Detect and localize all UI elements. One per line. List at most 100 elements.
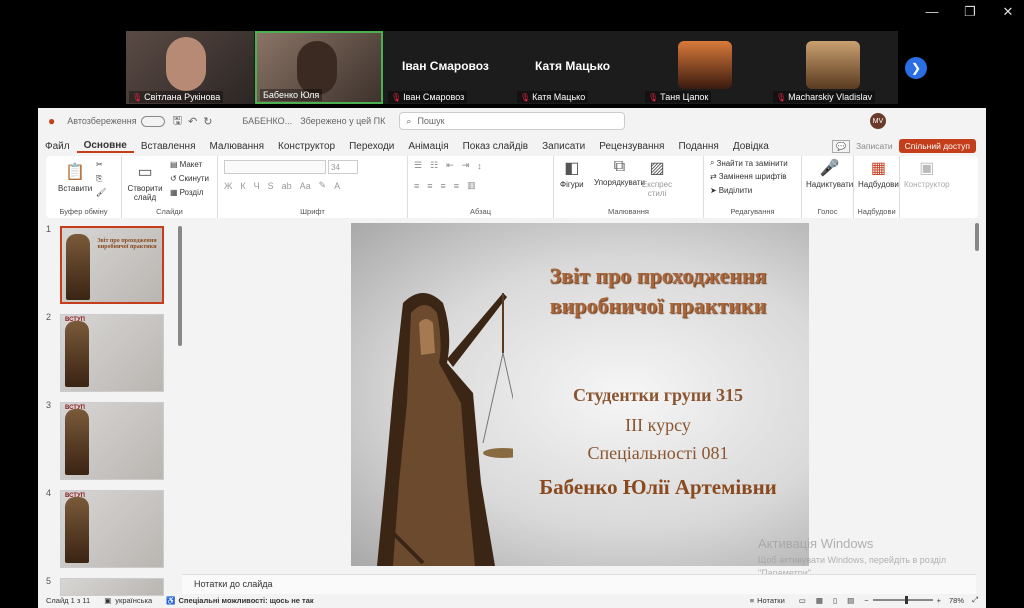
language-indicator[interactable]: українська [115,596,152,605]
tab-file[interactable]: Файл [38,141,77,152]
indent-icon[interactable]: ⇤ [446,160,454,171]
zoom-slider[interactable] [872,596,933,604]
underline-icon[interactable]: Ч [254,181,260,191]
slide-title-line: виробничої практики [549,293,767,318]
slideshow-view-icon[interactable]: ▤ [847,596,854,605]
bold-icon[interactable]: Ж [224,181,232,191]
dictate-button[interactable]: 🎤 Надиктувати [806,158,853,189]
avatar[interactable]: MV [870,113,886,129]
fit-slide-icon[interactable]: ⤢ [972,595,978,605]
justify-icon[interactable]: ≡ [454,181,459,191]
share-button[interactable]: Спільний доступ [898,139,976,153]
file-name: БАБЕНКО... [242,116,293,126]
section-button[interactable]: ▦ Розділ [170,188,204,197]
font-size-input[interactable]: 34 [328,160,358,174]
format-painter-icon[interactable]: 🖌 [96,188,106,197]
tab-transitions[interactable]: Переходи [342,141,401,152]
search-box[interactable]: ⌕ Пошук [399,112,626,130]
close-icon[interactable]: ✕ [1000,4,1016,20]
sorter-view-icon[interactable]: ▦ [816,596,823,605]
slide-thumbnail[interactable]: ВСТУП [60,490,164,568]
main-slide[interactable]: Звіт про проходження виробничої практики… [351,223,809,566]
highlight-icon[interactable]: ✎ [319,180,327,191]
tab-insert[interactable]: Вставлення [134,141,203,152]
notes-toggle[interactable]: Нотатки [757,596,785,605]
replace-fonts-button[interactable]: ⇄ Заміненя шрифтів [710,172,787,181]
tab-home[interactable]: Основне [76,140,134,153]
char-spacing-icon[interactable]: ab [282,181,292,191]
copy-icon[interactable]: ⎘ [96,174,102,184]
reading-view-icon[interactable]: ▯ [833,596,837,605]
align-center-icon[interactable]: ≡ [427,181,432,191]
participant-tile[interactable]: Іван Смаровоз 🎙 Іван Смаровоз [385,31,513,104]
autosave-label: Автозбереження [67,116,137,126]
redo-icon[interactable]: ↻ [203,115,212,128]
shapes-button[interactable]: ◧ Фігури [560,158,584,189]
cut-icon[interactable]: ✂ [96,160,103,169]
restore-icon[interactable]: ❐ [962,4,978,20]
tab-design[interactable]: Конструктор [271,141,342,152]
normal-view-icon[interactable]: ▭ [799,596,806,605]
line-spacing-icon[interactable]: ↕ [477,161,482,171]
align-right-icon[interactable]: ≡ [441,181,446,191]
video-feed [166,37,206,91]
quick-styles-button[interactable]: ▨ Експрес стилі [642,158,672,198]
select-button[interactable]: ➤ Виділити [710,186,752,195]
change-case-icon[interactable]: Aa [300,181,311,191]
slide-thumbnail[interactable]: ВСТУП [60,402,164,480]
tab-slideshow[interactable]: Показ слайдів [456,141,536,152]
zoom-level[interactable]: 78% [949,596,964,605]
align-left-icon[interactable]: ≡ [414,181,419,191]
tab-record[interactable]: Записати [535,141,592,152]
new-slide-button[interactable]: ▭ Створити слайд [126,162,164,202]
participant-tile[interactable]: 🎙 Таня Цапок [642,31,770,104]
accessibility-status[interactable]: Спеціальні можливості: щось не так [179,596,314,605]
tab-help[interactable]: Довідка [726,141,776,152]
italic-icon[interactable]: К [240,181,245,191]
tab-draw[interactable]: Малювання [202,141,271,152]
save-status[interactable]: Збережено у цей ПК [300,116,385,126]
paste-button[interactable]: 📋 Вставити [58,162,92,193]
participant-tile[interactable]: 🎙 Macharskiy Vladislav [770,31,898,104]
record-button[interactable]: Записати [856,141,893,151]
save-icon[interactable]: 🖫 [173,112,182,131]
numbering-icon[interactable]: ☷ [430,160,438,171]
participant-tile[interactable]: 🎙 Світлана Рукінова [126,31,254,104]
font-color-icon[interactable]: A [334,181,340,191]
tab-view[interactable]: Подання [671,141,725,152]
new-slide-label: Створити слайд [127,184,163,202]
thumb-number: 2 [46,312,52,322]
scrollbar-thumb[interactable] [975,223,979,251]
minimize-icon[interactable]: — [924,4,940,20]
strikethrough-icon[interactable]: S [268,181,274,191]
autosave-toggle[interactable] [140,115,165,127]
zoom-in-icon[interactable]: + [937,596,941,605]
tab-animation[interactable]: Анімація [401,141,455,152]
undo-icon[interactable]: ↶ [188,115,197,128]
designer-button[interactable]: ▣ Конструктор [904,158,950,189]
thumbs-scrollbar[interactable] [178,226,182,346]
tab-review[interactable]: Рецензування [592,141,671,152]
participant-tile[interactable]: Катя Мацько 🎙 Катя Мацько [514,31,642,104]
slide-thumbnail[interactable]: ВСТУП [60,314,164,392]
reset-button[interactable]: ↺ Скинути [170,174,209,183]
accessibility-icon[interactable]: ♿ [166,596,175,605]
next-participants-button[interactable]: ❯ [905,57,927,79]
columns-icon[interactable]: ▥ [467,180,476,191]
addins-button[interactable]: ▦ Надбудови [858,158,899,189]
slide-scrollbar[interactable] [975,223,981,568]
comments-icon[interactable]: 💬 [832,139,850,153]
layout-button[interactable]: ▤ Макет [170,160,202,169]
notes-icon[interactable]: ≡ [750,596,754,605]
notes-pane[interactable]: Нотатки до слайда [182,574,976,594]
font-name-input[interactable] [224,160,326,174]
zoom-out-icon[interactable]: − [864,596,868,605]
group-label: Малювання [608,207,649,216]
arrange-button[interactable]: ⧉ Упорядкувати [594,158,645,187]
participant-tile-active[interactable]: Бабенко Юля [255,31,383,104]
bullets-icon[interactable]: ☰ [414,160,422,171]
slide-thumbnail-selected[interactable]: Звіт про проходження виробничої практики [60,226,164,304]
find-replace-button[interactable]: ⌕ Знайти та замінити [710,158,788,168]
spellcheck-icon[interactable]: ▣ [104,596,111,605]
outdent-icon[interactable]: ⇥ [462,160,470,171]
